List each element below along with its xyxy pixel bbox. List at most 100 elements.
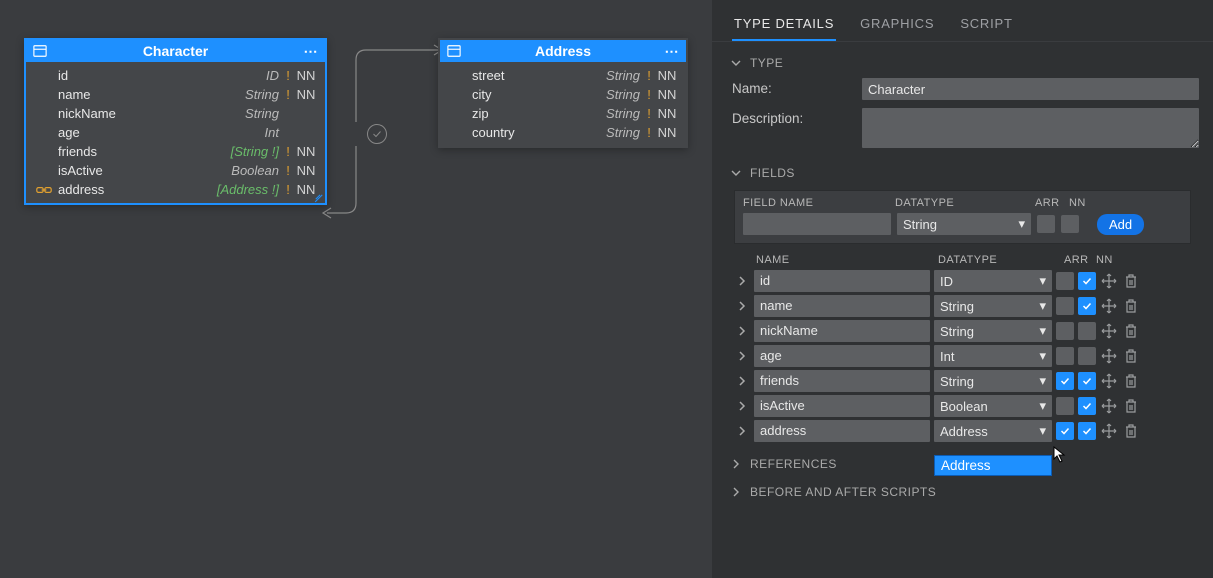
expand-icon[interactable] (734, 376, 750, 386)
field-type: String (241, 106, 283, 121)
move-icon[interactable] (1100, 322, 1118, 340)
entity-character[interactable]: Character⋯ idID!NNnameString!NNnickNameSt… (24, 38, 327, 205)
entity-field-row[interactable]: idID!NN (26, 66, 325, 85)
nn-checkbox[interactable] (1078, 272, 1096, 290)
type-description-input[interactable] (862, 108, 1199, 148)
field-name: friends (54, 144, 227, 159)
entity-field-row[interactable]: streetString!NN (440, 66, 686, 85)
required-icon: ! (644, 68, 654, 83)
field-type-select[interactable]: Boolean▾ (934, 395, 1052, 417)
nn-checkbox[interactable] (1078, 347, 1096, 365)
entity-field-row[interactable]: countryString!NN (440, 123, 686, 142)
trash-icon[interactable] (1122, 272, 1140, 290)
trash-icon[interactable] (1122, 397, 1140, 415)
type-section: TYPE Name: Description: (712, 42, 1213, 158)
arr-checkbox[interactable] (1056, 347, 1074, 365)
col-nn: NN (1096, 254, 1122, 266)
entity-field-row[interactable]: isActiveBoolean!NN (26, 161, 325, 180)
arr-checkbox[interactable] (1056, 272, 1074, 290)
add-field-button[interactable]: Add (1097, 214, 1144, 235)
arr-checkbox[interactable] (1056, 422, 1074, 440)
trash-icon[interactable] (1122, 322, 1140, 340)
field-name-input[interactable]: isActive (754, 395, 930, 417)
entity-address[interactable]: Address⋯ streetString!NNcityString!NNzipS… (438, 38, 688, 148)
expand-icon[interactable] (734, 301, 750, 311)
expand-icon[interactable] (734, 276, 750, 286)
field-type-select[interactable]: String▾ (934, 295, 1052, 317)
entity-field-row[interactable]: zipString!NN (440, 104, 686, 123)
tab-graphics[interactable]: GRAPHICS (858, 10, 936, 41)
tab-type-details[interactable]: TYPE DETAILS (732, 10, 836, 41)
entity-field-row[interactable]: nameString!NN (26, 85, 325, 104)
entity-field-row[interactable]: ageInt (26, 123, 325, 142)
field-row: nickNameString▾ (734, 320, 1191, 342)
expand-icon[interactable] (734, 426, 750, 436)
move-icon[interactable] (1100, 422, 1118, 440)
field-type: String (602, 125, 644, 140)
field-type-select[interactable]: String▾ (934, 320, 1052, 342)
arr-checkbox[interactable] (1056, 397, 1074, 415)
move-icon[interactable] (1100, 272, 1118, 290)
move-icon[interactable] (1100, 372, 1118, 390)
nn-indicator: NN (654, 68, 680, 83)
trash-icon[interactable] (1122, 422, 1140, 440)
nn-checkbox[interactable] (1078, 372, 1096, 390)
nn-indicator: NN (293, 163, 319, 178)
more-icon[interactable]: ⋯ (664, 43, 680, 59)
entity-field-row[interactable]: address[Address !]!NN (26, 180, 325, 199)
field-type-select[interactable]: Int▾ (934, 345, 1052, 367)
entity-field-row[interactable]: nickNameString (26, 104, 325, 123)
type-name-input[interactable] (862, 78, 1199, 100)
trash-icon[interactable] (1122, 372, 1140, 390)
nn-checkbox[interactable] (1078, 397, 1096, 415)
field-type-value: ID (940, 274, 953, 289)
add-col-fieldname: FIELD NAME (743, 197, 895, 209)
nn-checkbox[interactable] (1078, 322, 1096, 340)
new-field-arr-checkbox[interactable] (1037, 215, 1055, 233)
field-name-input[interactable]: id (754, 270, 930, 292)
arr-checkbox[interactable] (1056, 297, 1074, 315)
move-icon[interactable] (1100, 297, 1118, 315)
field-name-input[interactable]: address (754, 420, 930, 442)
tab-script[interactable]: SCRIPT (958, 10, 1014, 41)
trash-icon[interactable] (1122, 297, 1140, 315)
resize-handle[interactable] (313, 191, 323, 201)
field-row: nameString▾ (734, 295, 1191, 317)
diagram-canvas[interactable]: Character⋯ idID!NNnameString!NNnickNameSt… (0, 0, 712, 578)
new-field-name-input[interactable] (743, 213, 891, 235)
references-label: REFERENCES (750, 457, 837, 471)
nn-checkbox[interactable] (1078, 297, 1096, 315)
expand-icon[interactable] (734, 351, 750, 361)
expand-icon[interactable] (734, 401, 750, 411)
move-icon[interactable] (1100, 397, 1118, 415)
type-dropdown-option[interactable]: Address (934, 455, 1052, 476)
entity-header[interactable]: Character⋯ (26, 40, 325, 62)
field-type-select[interactable]: ID▾ (934, 270, 1052, 292)
nn-checkbox[interactable] (1078, 422, 1096, 440)
add-field-panel: FIELD NAME DATATYPE ARR NN String ▾ Add (734, 190, 1191, 244)
field-name-input[interactable]: friends (754, 370, 930, 392)
expand-icon[interactable] (734, 326, 750, 336)
field-type-select[interactable]: Address▾ (934, 420, 1052, 442)
new-field-type-select[interactable]: String ▾ (897, 213, 1031, 235)
field-type-select[interactable]: String▾ (934, 370, 1052, 392)
entity-field-row[interactable]: cityString!NN (440, 85, 686, 104)
field-name-input[interactable]: age (754, 345, 930, 367)
nn-indicator: NN (654, 87, 680, 102)
arr-checkbox[interactable] (1056, 372, 1074, 390)
required-icon: ! (644, 87, 654, 102)
field-row: isActiveBoolean▾ (734, 395, 1191, 417)
relation-joint-icon[interactable] (367, 124, 387, 144)
new-field-nn-checkbox[interactable] (1061, 215, 1079, 233)
field-name-input[interactable]: nickName (754, 320, 930, 342)
entity-field-row[interactable]: friends[String !]!NN (26, 142, 325, 161)
scripts-section-header[interactable]: BEFORE AND AFTER SCRIPTS (726, 481, 1199, 503)
field-name-input[interactable]: name (754, 295, 930, 317)
type-section-header[interactable]: TYPE (726, 52, 1199, 74)
arr-checkbox[interactable] (1056, 322, 1074, 340)
entity-header[interactable]: Address⋯ (440, 40, 686, 62)
more-icon[interactable]: ⋯ (303, 43, 319, 59)
move-icon[interactable] (1100, 347, 1118, 365)
fields-section-header[interactable]: FIELDS (726, 162, 1199, 184)
trash-icon[interactable] (1122, 347, 1140, 365)
